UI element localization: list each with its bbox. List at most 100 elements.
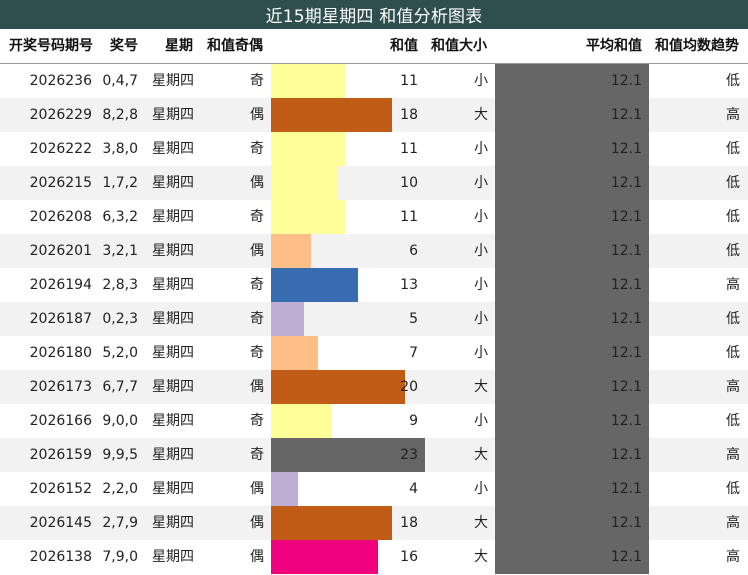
sum-bar bbox=[271, 540, 379, 574]
issue-cell: 2026229 bbox=[29, 107, 92, 123]
sum-cell: 4 bbox=[409, 481, 418, 497]
trend-cell: 高 bbox=[726, 379, 740, 395]
parity-cell: 奇 bbox=[250, 413, 264, 429]
table-row: 2026152 2,2,0 星期四 偶 4 小 12.1 低 bbox=[0, 472, 748, 506]
numbers-cell: 9,0,0 bbox=[102, 413, 138, 429]
sum-bar bbox=[271, 506, 392, 540]
table-row: 2026173 6,7,7 星期四 偶 20 大 12.1 高 bbox=[0, 370, 748, 404]
weekday-cell: 星期四 bbox=[152, 413, 194, 429]
table-row: 2026208 6,3,2 星期四 奇 11 小 12.1 低 bbox=[0, 200, 748, 234]
numbers-cell: 2,7,9 bbox=[102, 515, 138, 531]
sum-cell: 11 bbox=[400, 209, 418, 225]
sum-bar bbox=[271, 336, 318, 370]
weekday-cell: 星期四 bbox=[152, 379, 194, 395]
sum-bar bbox=[271, 98, 392, 132]
sum-bar bbox=[271, 200, 345, 234]
sum-cell: 23 bbox=[400, 447, 418, 463]
header-trend: 和值均数趋势 bbox=[655, 38, 739, 54]
size-cell: 大 bbox=[474, 549, 488, 565]
table-row: 2026159 9,9,5 星期四 奇 23 大 12.1 高 bbox=[0, 438, 748, 472]
issue-cell: 2026201 bbox=[29, 243, 92, 259]
sum-cell: 10 bbox=[400, 175, 418, 191]
trend-cell: 高 bbox=[726, 447, 740, 463]
sum-bar bbox=[271, 64, 345, 98]
sum-cell: 6 bbox=[409, 243, 418, 259]
numbers-cell: 3,8,0 bbox=[102, 141, 138, 157]
table-row: 2026194 2,8,3 星期四 奇 13 小 12.1 高 bbox=[0, 268, 748, 302]
avg-cell: 12.1 bbox=[610, 175, 642, 191]
issue-cell: 2026159 bbox=[29, 447, 92, 463]
header-size: 和值大小 bbox=[431, 38, 487, 54]
table-row: 2026187 0,2,3 星期四 奇 5 小 12.1 低 bbox=[0, 302, 748, 336]
avg-cell: 12.1 bbox=[610, 141, 642, 157]
weekday-cell: 星期四 bbox=[152, 481, 194, 497]
trend-cell: 低 bbox=[726, 209, 740, 225]
parity-cell: 偶 bbox=[250, 243, 264, 259]
parity-cell: 奇 bbox=[250, 277, 264, 293]
issue-cell: 2026236 bbox=[29, 73, 92, 89]
sum-cell: 9 bbox=[409, 413, 418, 429]
numbers-cell: 8,2,8 bbox=[102, 107, 138, 123]
weekday-cell: 星期四 bbox=[152, 345, 194, 361]
avg-cell: 12.1 bbox=[610, 515, 642, 531]
parity-cell: 偶 bbox=[250, 379, 264, 395]
trend-cell: 高 bbox=[726, 107, 740, 123]
sum-bar bbox=[271, 268, 359, 302]
avg-cell: 12.1 bbox=[610, 107, 642, 123]
sum-bar bbox=[271, 370, 405, 404]
table-body: 2026236 0,4,7 星期四奇 11 小 12.1 低 2026229 8,2,8 星期四偶… bbox=[0, 64, 748, 575]
parity-cell: 奇 bbox=[250, 73, 264, 89]
sum-cell: 11 bbox=[400, 141, 418, 157]
issue-cell: 2026208 bbox=[29, 209, 92, 225]
sum-cell: 18 bbox=[400, 107, 418, 123]
size-cell: 大 bbox=[474, 447, 488, 463]
issue-cell: 2026152 bbox=[29, 481, 92, 497]
trend-cell: 低 bbox=[726, 311, 740, 327]
sum-bar bbox=[271, 166, 338, 200]
numbers-cell: 6,3,2 bbox=[102, 209, 138, 225]
parity-cell: 奇 bbox=[250, 209, 264, 225]
header-numbers: 奖号 bbox=[110, 38, 138, 54]
trend-cell: 高 bbox=[726, 277, 740, 293]
sum-cell: 20 bbox=[400, 379, 418, 395]
sum-bar bbox=[271, 472, 298, 506]
trend-cell: 低 bbox=[726, 73, 740, 89]
header-issue: 开奖号码期号 bbox=[9, 38, 93, 54]
sum-cell: 18 bbox=[400, 515, 418, 531]
parity-cell: 奇 bbox=[250, 345, 264, 361]
table-row: 2026145 2,7,9 星期四 偶 18 大 12.1 高 bbox=[0, 506, 748, 540]
avg-cell: 12.1 bbox=[610, 243, 642, 259]
trend-cell: 低 bbox=[726, 141, 740, 157]
avg-cell: 12.1 bbox=[610, 277, 642, 293]
weekday-cell: 星期四 bbox=[152, 447, 194, 463]
weekday-cell: 星期四 bbox=[152, 107, 194, 123]
numbers-cell: 0,2,3 bbox=[102, 311, 138, 327]
size-cell: 大 bbox=[474, 515, 488, 531]
size-cell: 小 bbox=[474, 277, 488, 293]
trend-cell: 低 bbox=[726, 243, 740, 259]
table-row: 2026215 1,7,2 星期四 偶 10 小 12.1 低 bbox=[0, 166, 748, 200]
size-cell: 小 bbox=[474, 209, 488, 225]
parity-cell: 偶 bbox=[250, 481, 264, 497]
sum-cell: 5 bbox=[409, 311, 418, 327]
table-row: 2026229 8,2,8 星期四 偶 18 大 12.1 高 bbox=[0, 98, 748, 132]
issue-cell: 2026215 bbox=[29, 175, 92, 191]
header-sum: 和值 bbox=[390, 38, 418, 54]
size-cell: 小 bbox=[474, 311, 488, 327]
issue-cell: 2026187 bbox=[29, 311, 92, 327]
table-row: 2026180 5,2,0 星期四 奇 7 小 12.1 低 bbox=[0, 336, 748, 370]
avg-cell: 12.1 bbox=[610, 379, 642, 395]
size-cell: 小 bbox=[474, 175, 488, 191]
avg-cell: 12.1 bbox=[610, 413, 642, 429]
weekday-cell: 星期四 bbox=[152, 277, 194, 293]
weekday-cell: 星期四 bbox=[152, 515, 194, 531]
issue-cell: 2026166 bbox=[29, 413, 92, 429]
trend-cell: 高 bbox=[726, 515, 740, 531]
header-weekday: 星期 bbox=[165, 38, 193, 54]
avg-cell: 12.1 bbox=[610, 311, 642, 327]
issue-cell: 2026180 bbox=[29, 345, 92, 361]
table-header: 开奖号码期号 奖号 星期 和值奇偶 和值 和值大小 平均和值 和值均数趋势 bbox=[0, 29, 748, 64]
avg-cell: 12.1 bbox=[610, 345, 642, 361]
trend-cell: 低 bbox=[726, 413, 740, 429]
size-cell: 大 bbox=[474, 379, 488, 395]
